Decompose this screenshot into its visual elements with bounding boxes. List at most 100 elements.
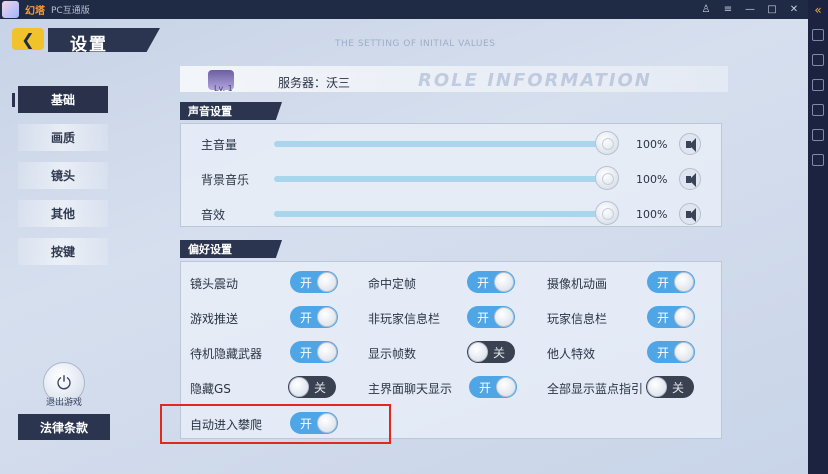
page-title: 设置 xyxy=(70,35,108,55)
keyboard-icon[interactable] xyxy=(812,129,824,141)
slider-handle[interactable] xyxy=(595,131,619,155)
nav-item-keys[interactable]: 按键 xyxy=(18,238,108,265)
window-titlebar: 幻塔 PC互通版 ♙ ≡ — □ ✕ xyxy=(0,0,808,19)
toggle-knob xyxy=(317,307,337,327)
game-push-toggle[interactable]: 开 xyxy=(290,306,338,328)
user-icon[interactable]: ♙ xyxy=(700,4,712,15)
minimize-icon[interactable]: — xyxy=(744,4,756,15)
main-chat-display-toggle[interactable]: 开 xyxy=(469,376,517,398)
volume-label: 音效 xyxy=(201,208,226,222)
option-label: 他人特效 xyxy=(547,347,596,361)
sound-section-title: 声音设置 xyxy=(180,102,282,120)
toggle-knob xyxy=(674,307,694,327)
player-level: Lv. 1 xyxy=(214,84,233,93)
option-label: 游戏推送 xyxy=(190,312,239,326)
toggle-text: 开 xyxy=(300,276,313,290)
option-label: 镜头震动 xyxy=(190,277,239,291)
toggle-knob xyxy=(674,342,694,362)
idle-hide-weapon-toggle[interactable]: 开 xyxy=(290,341,338,363)
hide-gs-toggle[interactable]: 关 xyxy=(288,376,336,398)
toggle-text: 关 xyxy=(314,381,327,395)
speaker-icon[interactable] xyxy=(679,133,701,155)
toggle-text: 关 xyxy=(672,381,685,395)
option-label: 玩家信息栏 xyxy=(547,312,608,326)
toggle-text: 开 xyxy=(300,311,313,325)
prefs-section-title: 偏好设置 xyxy=(180,240,282,258)
server-name: 服务器：沃三 xyxy=(278,76,351,90)
record-icon[interactable] xyxy=(812,79,824,91)
speaker-icon[interactable] xyxy=(679,168,701,190)
volume-row-master: 主音量 100% xyxy=(181,128,721,158)
toggle-text: 开 xyxy=(657,311,670,325)
legal-terms-button[interactable]: 法律条款 xyxy=(18,414,110,440)
toggle-text: 开 xyxy=(657,276,670,290)
sound-section: 主音量 100% 背景音乐 100% 音效 100% xyxy=(180,123,722,227)
camera-shake-toggle[interactable]: 开 xyxy=(290,271,338,293)
music-volume-slider[interactable] xyxy=(274,176,610,182)
volume-value: 100% xyxy=(636,138,668,151)
toggle-text: 开 xyxy=(300,346,313,360)
exit-game-label: 退出游戏 xyxy=(45,398,82,408)
volume-row-sfx: 音效 100% xyxy=(181,198,721,228)
multi-window-icon[interactable] xyxy=(812,29,824,41)
toggle-knob xyxy=(468,342,488,362)
nav-item-basic[interactable]: 基础 xyxy=(18,86,108,113)
fullscreen-icon[interactable] xyxy=(812,104,824,116)
highlight-box xyxy=(160,404,391,444)
toggle-text: 开 xyxy=(477,311,490,325)
power-icon: ⏻ xyxy=(56,372,72,394)
toggle-knob xyxy=(317,272,337,292)
show-fps-toggle[interactable]: 关 xyxy=(467,341,515,363)
app-name: 幻塔 xyxy=(25,6,45,17)
maximize-icon[interactable]: □ xyxy=(766,4,778,15)
toggle-knob xyxy=(494,272,514,292)
volume-label: 背景音乐 xyxy=(201,173,250,187)
toggle-text: 关 xyxy=(493,346,506,360)
nav-item-camera[interactable]: 镜头 xyxy=(18,162,108,189)
nav-active-marker xyxy=(12,93,15,107)
collapse-sidebar-icon[interactable]: « xyxy=(812,4,824,16)
slider-handle[interactable] xyxy=(595,201,619,225)
window-controls: ♙ ≡ — □ ✕ xyxy=(700,0,800,19)
header-watermark: THE SETTING OF INITIAL VALUES xyxy=(335,39,496,49)
nav-item-other[interactable]: 其他 xyxy=(18,200,108,227)
emulator-sidebar: « xyxy=(808,0,828,474)
menu-icon[interactable]: ≡ xyxy=(722,4,734,15)
npc-info-bar-toggle[interactable]: 开 xyxy=(467,306,515,328)
toggle-knob xyxy=(647,377,667,397)
volume-label: 主音量 xyxy=(201,138,238,152)
volume-row-music: 背景音乐 100% xyxy=(181,163,721,193)
toggle-text: 开 xyxy=(657,346,670,360)
nav-item-graphics[interactable]: 画质 xyxy=(18,124,108,151)
hit-freeze-toggle[interactable]: 开 xyxy=(467,271,515,293)
screenshot-icon[interactable] xyxy=(812,54,824,66)
volume-value: 100% xyxy=(636,173,668,186)
option-label: 全部显示蓝点指引 xyxy=(547,382,644,396)
more-icon[interactable] xyxy=(812,154,824,166)
settings-nav: 基础 画质 镜头 其他 按键 xyxy=(18,86,108,276)
sfx-volume-slider[interactable] xyxy=(274,211,610,217)
speaker-icon[interactable] xyxy=(679,203,701,225)
option-label: 隐藏GS xyxy=(190,382,231,396)
toggle-text: 开 xyxy=(477,276,490,290)
option-label: 显示帧数 xyxy=(368,347,417,361)
option-label: 待机隐藏武器 xyxy=(190,347,263,361)
toggle-knob xyxy=(494,307,514,327)
back-button[interactable]: ❮ xyxy=(12,28,44,50)
close-icon[interactable]: ✕ xyxy=(788,4,800,15)
toggle-text: 开 xyxy=(479,381,492,395)
option-label: 主界面聊天显示 xyxy=(368,382,453,396)
toggle-knob xyxy=(674,272,694,292)
master-volume-slider[interactable] xyxy=(274,141,610,147)
blue-dot-guide-toggle[interactable]: 关 xyxy=(646,376,694,398)
role-info-watermark: ROLE INFORMATION xyxy=(418,70,652,91)
option-label: 命中定帧 xyxy=(368,277,417,291)
option-label: 摄像机动画 xyxy=(547,277,608,291)
camera-animation-toggle[interactable]: 开 xyxy=(647,271,695,293)
toggle-knob xyxy=(317,342,337,362)
volume-value: 100% xyxy=(636,208,668,221)
slider-handle[interactable] xyxy=(595,166,619,190)
toggle-knob xyxy=(289,377,309,397)
player-info-bar-toggle[interactable]: 开 xyxy=(647,306,695,328)
others-effects-toggle[interactable]: 开 xyxy=(647,341,695,363)
